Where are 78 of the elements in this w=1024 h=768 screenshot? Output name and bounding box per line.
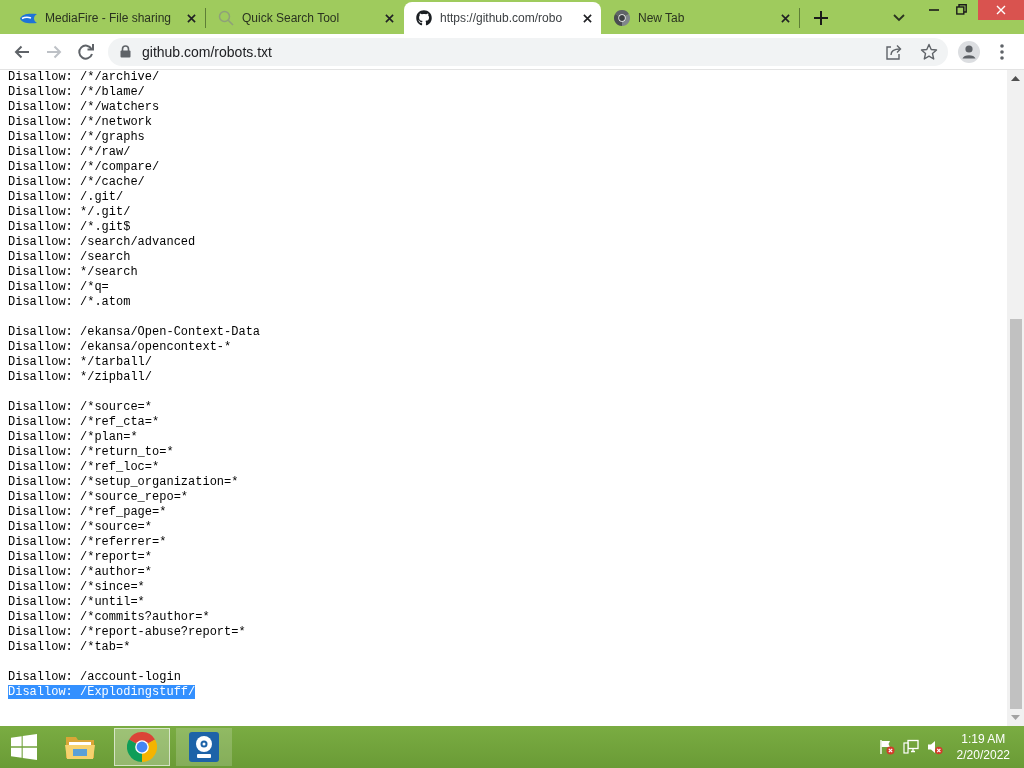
network-icon[interactable]	[902, 739, 919, 755]
share-icon[interactable]	[885, 42, 903, 61]
robots-line: Disallow: /*since=*	[8, 580, 145, 594]
robots-line: Disallow: /*/watchers	[8, 100, 160, 114]
robots-line: Disallow: /*referrer=*	[8, 535, 167, 549]
robots-line: Disallow: /*ref_page=*	[8, 505, 167, 519]
taskbar-app-button[interactable]	[114, 728, 170, 766]
address-bar[interactable]: github.com/robots.txt	[108, 37, 948, 66]
close-icon[interactable]	[583, 13, 592, 23]
clock-time: 1:19 AM	[961, 731, 1006, 747]
robots-line: Disallow: */zipball/	[8, 370, 153, 384]
robots-line: Disallow: */tarball/	[8, 355, 153, 369]
robots-line: Disallow: /*/blame/	[8, 85, 145, 99]
robots-line: Disallow: /*.atom	[8, 295, 131, 309]
robots-line: Disallow: /*plan=*	[8, 430, 138, 444]
flag-icon[interactable]	[878, 739, 895, 755]
reload-icon[interactable]	[77, 42, 95, 61]
browser-logo-icon	[127, 732, 157, 762]
robots-line: Disallow: /search	[8, 250, 131, 264]
robots-line: Disallow: /*setup_organization=*	[8, 475, 239, 489]
robots-line: Disallow: /*source=*	[8, 400, 153, 414]
robots-line: Disallow: /*return_to=*	[8, 445, 174, 459]
robots-line: Disallow: /*q=	[8, 280, 109, 294]
browser-tab[interactable]: MediaFire - File sharing	[8, 2, 205, 34]
camera-icon	[189, 732, 219, 762]
windows-logo-icon	[11, 734, 37, 760]
lock-icon[interactable]	[120, 45, 131, 58]
tab-title: MediaFire - File sharing	[45, 10, 173, 26]
robots-line: Disallow: /*commits?author=*	[8, 610, 210, 624]
robots-line: Disallow: /*/raw/	[8, 145, 131, 159]
robots-line: Disallow: /*/graphs	[8, 130, 145, 144]
robots-line: Disallow: /*/archive/	[8, 70, 160, 84]
robots-line: Disallow: /*/cache/	[8, 175, 145, 189]
robots-line: Disallow: /*tab=*	[8, 640, 131, 654]
robots-line: Disallow: /*ref_cta=*	[8, 415, 160, 429]
star-icon[interactable]	[920, 42, 938, 61]
browser-tab[interactable]: https://github.com/robo	[404, 2, 601, 34]
tab-title: https://github.com/robo	[440, 10, 564, 26]
robots-line: Disallow: /.git/	[8, 190, 124, 204]
robots-line: Disallow: /*/network	[8, 115, 153, 129]
robots-line: Disallow: /*until=*	[8, 595, 145, 609]
browser-logo-icon	[614, 10, 630, 26]
taskbar-app-button[interactable]	[176, 728, 232, 766]
search-icon	[218, 10, 234, 26]
robots-line: Disallow: /*ref_loc=*	[8, 460, 160, 474]
robots-line: Disallow: /*.git$	[8, 220, 131, 234]
close-icon[interactable]	[781, 13, 790, 23]
robots-line: Disallow: /ekansa/Open-Context-Data	[8, 325, 261, 339]
plus-icon[interactable]	[814, 11, 828, 25]
url-text: github.com/robots.txt	[142, 43, 272, 60]
clock-date: 2/20/2022	[956, 747, 1010, 763]
robots-line: Disallow: /*source=*	[8, 520, 153, 534]
scroll-up-arrow-icon[interactable]	[1011, 76, 1020, 81]
scrollbar-thumb[interactable]	[1009, 319, 1022, 709]
speaker-muted-icon[interactable]	[926, 739, 943, 755]
chevron-down-icon[interactable]	[893, 14, 905, 22]
robots-line: Disallow: /*report-abuse?report=*	[8, 625, 246, 639]
close-icon[interactable]	[187, 13, 196, 23]
restore-icon[interactable]	[956, 4, 967, 15]
browser-tab[interactable]: Quick Search Tool	[206, 2, 403, 34]
profile-avatar-icon[interactable]	[958, 40, 980, 63]
robots-line: Disallow: /*/compare/	[8, 160, 160, 174]
menu-icon[interactable]	[1000, 43, 1004, 60]
robots-line: Disallow: /*report=*	[8, 550, 153, 564]
tab-title: Quick Search Tool	[242, 10, 341, 26]
robots-line: Disallow: */search	[8, 265, 138, 279]
robots-line: Disallow: /search/advanced	[8, 235, 196, 249]
robots-line: Disallow: /ekansa/opencontext-*	[8, 340, 232, 354]
robots-line: Disallow: */.git/	[8, 205, 131, 219]
swoosh-logo-icon	[20, 12, 37, 24]
tab-title: New Tab	[638, 10, 686, 26]
scrollbar-track[interactable]	[1007, 70, 1024, 726]
robots-line: Disallow: /account-login	[8, 670, 181, 684]
browser-tab[interactable]: New Tab	[602, 2, 799, 34]
cat-logo-icon	[416, 10, 432, 26]
close-icon[interactable]	[385, 13, 394, 23]
robots-line: Disallow: /*author=*	[8, 565, 153, 579]
robots-line: Disallow: /*source_repo=*	[8, 490, 189, 504]
